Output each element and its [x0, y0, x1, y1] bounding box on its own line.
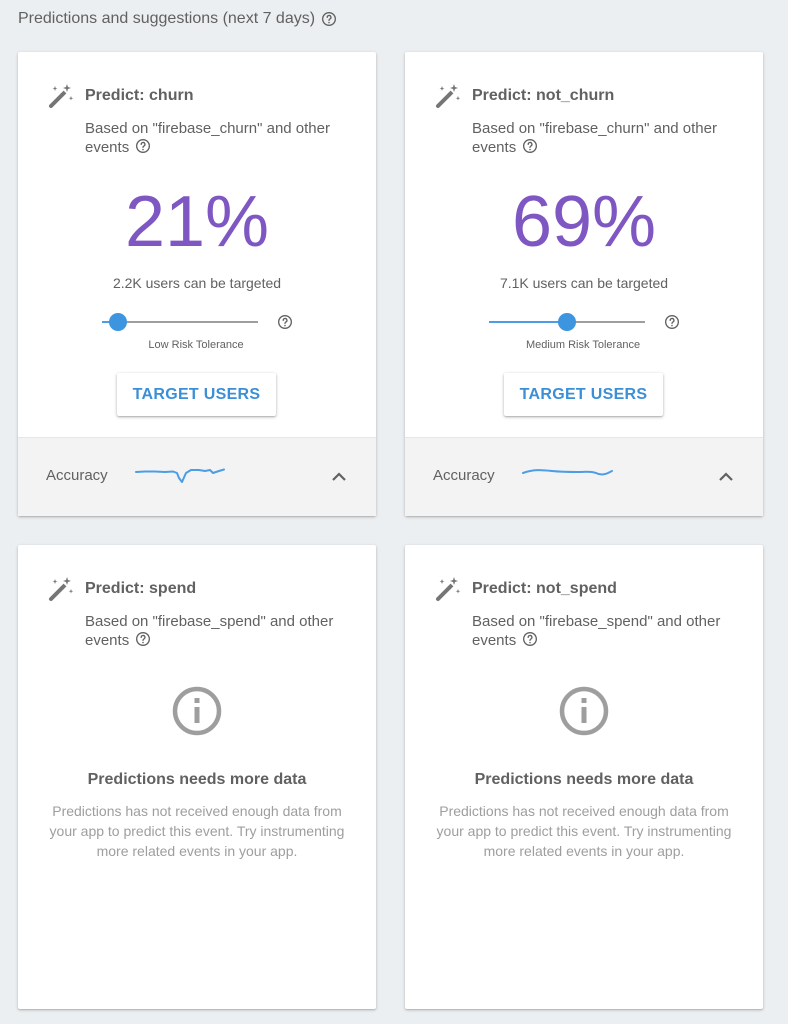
card-header: Predict: not_churn: [434, 82, 614, 110]
help-icon[interactable]: [321, 11, 337, 27]
accuracy-label: Accuracy: [433, 467, 495, 484]
risk-tolerance-label: Medium Risk Tolerance: [525, 339, 641, 351]
target-users-button[interactable]: TARGET USERS: [504, 373, 663, 416]
help-icon[interactable]: [522, 631, 538, 647]
slider-thumb[interactable]: [108, 313, 127, 331]
targeted-users-text: 2.2K users can be targeted: [112, 275, 282, 291]
prediction-card-not-spend: Predict: not_spend Based on "firebase_sp…: [405, 545, 763, 1009]
accuracy-panel[interactable]: Accuracy: [405, 437, 763, 516]
magic-wand-icon: [47, 82, 75, 110]
risk-tolerance-slider[interactable]: [102, 312, 258, 332]
card-subtitle: Based on "firebase_churn" and other even…: [85, 119, 355, 157]
card-subtitle: Based on "firebase_churn" and other even…: [472, 119, 742, 157]
targeted-users-text: 7.1K users can be targeted: [499, 275, 669, 291]
risk-tolerance-label: Low Risk Tolerance: [148, 339, 244, 351]
magic-wand-icon: [434, 82, 462, 110]
target-users-button[interactable]: TARGET USERS: [117, 373, 276, 416]
card-title: Predict: not_spend: [472, 580, 617, 597]
magic-wand-icon: [47, 575, 75, 603]
slider-thumb[interactable]: [558, 313, 576, 331]
no-data-description: Predictions has not received enough data…: [49, 803, 345, 859]
help-icon[interactable]: [664, 314, 680, 330]
based-on-text: Based on "firebase_churn" and other even…: [472, 120, 717, 156]
no-data-title: Predictions needs more data: [474, 771, 694, 788]
section-header: Predictions and suggestions (next 7 days…: [18, 10, 337, 28]
accuracy-sparkline: [520, 458, 616, 492]
prediction-card-spend: Predict: spend Based on "firebase_spend"…: [18, 545, 376, 1009]
card-header: Predict: churn: [47, 82, 193, 110]
based-on-text: Based on "firebase_spend" and other even…: [472, 613, 721, 649]
no-data-description: Predictions has not received enough data…: [436, 803, 732, 859]
magic-wand-icon: [434, 575, 462, 603]
card-title: Predict: spend: [85, 580, 197, 597]
based-on-text: Based on "firebase_churn" and other even…: [85, 120, 330, 156]
help-icon[interactable]: [277, 314, 293, 330]
card-title: Predict: churn: [85, 87, 194, 104]
based-on-text: Based on "firebase_spend" and other even…: [85, 613, 334, 649]
accuracy-sparkline: [133, 458, 229, 492]
slider-fill: [489, 321, 567, 323]
info-icon: [170, 684, 224, 738]
accuracy-label: Accuracy: [46, 467, 108, 484]
card-title: Predict: not_churn: [472, 87, 615, 104]
help-icon[interactable]: [135, 631, 151, 647]
prediction-card-not-churn: Predict: not_churn Based on "firebase_ch…: [405, 52, 763, 516]
card-subtitle: Based on "firebase_spend" and other even…: [472, 612, 742, 650]
accuracy-panel[interactable]: Accuracy: [18, 437, 376, 516]
chevron-up-icon[interactable]: [717, 468, 735, 486]
help-icon[interactable]: [522, 138, 538, 154]
card-header: Predict: spend: [47, 575, 196, 603]
help-icon[interactable]: [135, 138, 151, 154]
prediction-percent: 21%: [124, 182, 270, 262]
chevron-up-icon[interactable]: [330, 468, 348, 486]
prediction-card-churn: Predict: churn Based on "firebase_churn"…: [18, 52, 376, 516]
risk-tolerance-slider[interactable]: [489, 312, 645, 332]
section-title: Predictions and suggestions (next 7 days…: [18, 10, 316, 27]
info-icon: [557, 684, 611, 738]
no-data-title: Predictions needs more data: [87, 771, 307, 788]
card-header: Predict: not_spend: [434, 575, 617, 603]
prediction-percent: 69%: [511, 182, 657, 262]
card-subtitle: Based on "firebase_spend" and other even…: [85, 612, 355, 650]
